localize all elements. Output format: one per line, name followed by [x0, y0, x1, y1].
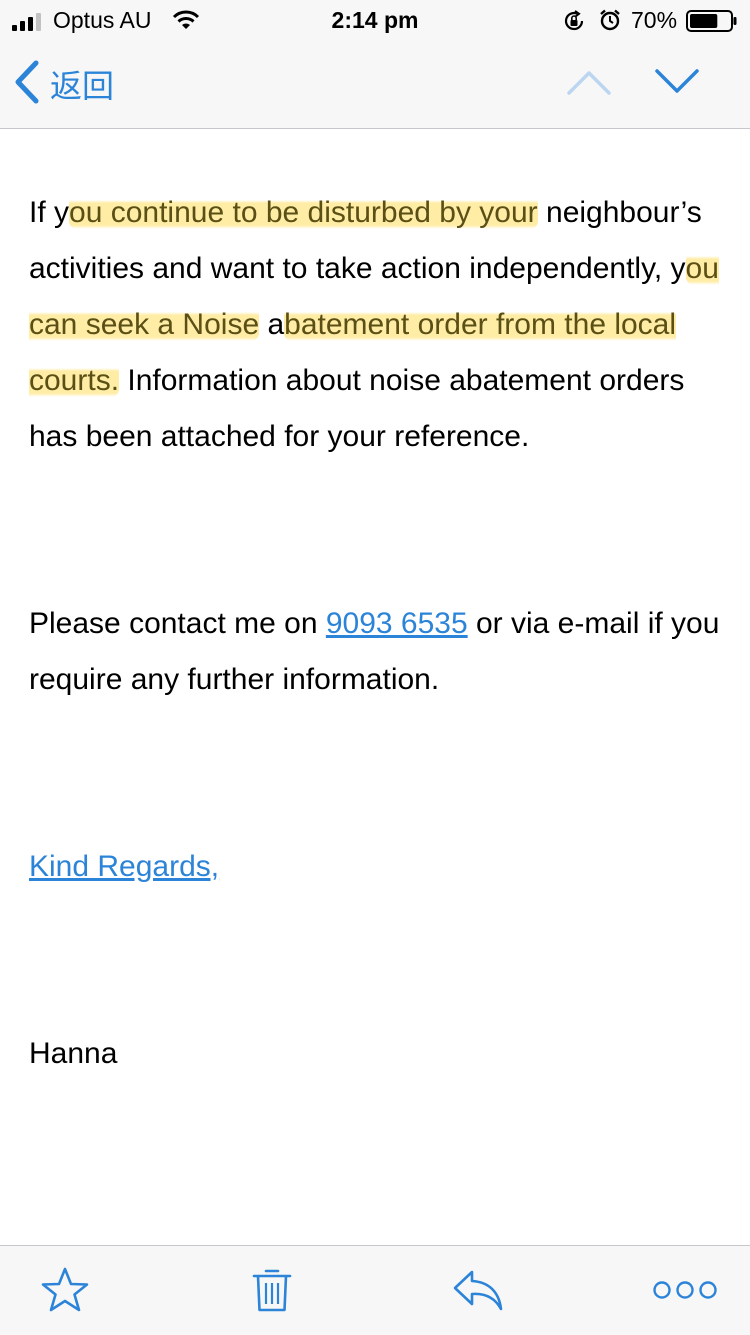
flag-button[interactable] — [40, 1266, 90, 1319]
more-icon — [652, 1281, 718, 1305]
orientation-lock-icon — [562, 9, 586, 39]
next-message-button[interactable] — [653, 65, 701, 104]
chevron-up-icon — [565, 71, 613, 103]
paragraph-text: If y — [29, 196, 70, 229]
battery-percent: 70% — [631, 7, 678, 33]
previous-message-button[interactable] — [565, 65, 613, 104]
more-button[interactable] — [652, 1279, 718, 1306]
closing-line: Kind Regards, — [29, 839, 729, 895]
paragraph-noise-abatement: If you continue to be disturbed by your … — [29, 185, 729, 465]
chevron-left-icon — [14, 60, 40, 109]
trash-button[interactable] — [252, 1266, 292, 1319]
reply-icon — [452, 1270, 504, 1318]
chevron-down-icon — [653, 69, 701, 103]
back-button[interactable]: 返回 — [14, 60, 114, 108]
bottom-toolbar — [0, 1245, 750, 1335]
back-label: 返回 — [50, 68, 115, 104]
reply-button[interactable] — [452, 1266, 504, 1319]
paragraph-text: a — [259, 308, 285, 341]
battery-icon — [686, 10, 738, 38]
email-body: If you continue to be disturbed by your … — [29, 185, 729, 1082]
highlighted-text: ou continue to be disturbed by your — [69, 196, 538, 229]
paragraph-text: Information about noise abatement orders… — [29, 364, 685, 453]
status-bar: Optus AU 2:14 pm 70% — [0, 0, 750, 40]
phone-number-link[interactable]: 9093 6535 — [326, 607, 468, 640]
paragraph-contact: Please contact me on 9093 6535 or via e-… — [29, 596, 729, 708]
star-icon — [40, 1267, 90, 1318]
contact-text-before: Please contact me on — [29, 607, 326, 640]
kind-regards-link[interactable]: Kind Regards, — [29, 850, 219, 883]
trash-icon — [252, 1269, 292, 1318]
signature-name: Hanna — [29, 1037, 118, 1070]
navigation-bar: 返回 — [0, 40, 750, 129]
alarm-icon — [598, 8, 622, 38]
